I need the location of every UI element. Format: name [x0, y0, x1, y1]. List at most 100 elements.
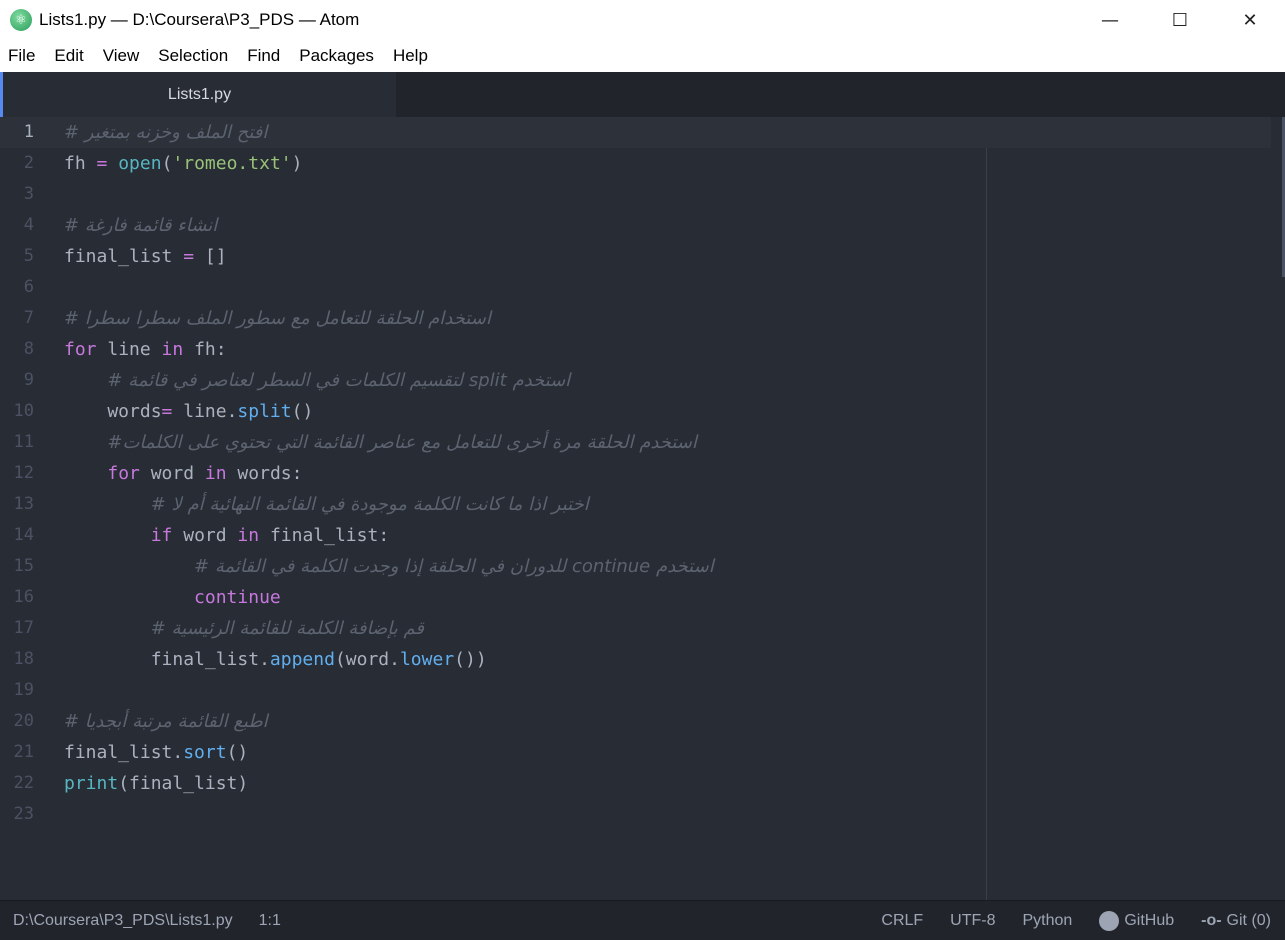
line-number: 20 — [13, 711, 34, 731]
line-number: 10 — [13, 401, 34, 421]
code-line[interactable]: 21 final_list.sort() — [0, 737, 1271, 768]
minimize-button[interactable]: — — [1075, 0, 1145, 40]
code-text: final_list = [] — [64, 241, 227, 272]
code-line[interactable]: 3 — [0, 179, 1271, 210]
code-line[interactable]: 23 — [0, 799, 1271, 830]
github-label: GitHub — [1124, 911, 1175, 929]
token: words: — [226, 463, 303, 484]
line-number: 3 — [23, 184, 34, 204]
token: final_list: — [259, 525, 390, 546]
comment: استخدم الحلقة مرة أخرى للتعامل مع عناصر … — [107, 432, 697, 453]
tab-label: Lists1.py — [167, 85, 232, 103]
code-line[interactable]: 17 قم بإضافة الكلمة للقائمة الرئيسية # — [0, 613, 1271, 644]
token: if — [150, 525, 173, 546]
code-text: final_list.append(word.lower()) — [64, 644, 487, 675]
code-line[interactable]: 14 if word in final_list: — [0, 520, 1271, 551]
token: fh: — [183, 339, 227, 360]
code-text: if word in final_list: — [64, 520, 389, 551]
comment: استخدام الحلقة للتعامل مع سطور الملف سطر… — [64, 308, 491, 329]
comment: استخدم split لتقسيم الكلمات في السطر لعن… — [107, 370, 571, 391]
code-text: قم بإضافة الكلمة للقائمة الرئيسية # — [64, 613, 424, 644]
menu-edit[interactable]: Edit — [54, 46, 83, 66]
comment: افتح الملف وخزنه بمتغير # — [64, 122, 268, 143]
code-editor[interactable]: 1 افتح الملف وخزنه بمتغير # 2 fh = open('ro… — [0, 117, 1285, 900]
code-line[interactable]: 19 — [0, 675, 1271, 706]
line-number: 13 — [13, 494, 34, 514]
token: append — [269, 649, 335, 670]
token: open — [118, 153, 162, 174]
token: word — [172, 525, 238, 546]
tab-lists1-py[interactable]: Lists1.py — [0, 72, 396, 117]
line-number: 8 — [23, 339, 34, 359]
code-line[interactable]: 16 continue — [0, 582, 1271, 613]
token: (word. — [334, 649, 400, 670]
token: lower — [399, 649, 455, 670]
token: in — [161, 339, 184, 360]
code-line[interactable]: 7 استخدام الحلقة للتعامل مع سطور الملف سط… — [0, 303, 1271, 334]
code-line[interactable]: 5 final_list = [] — [0, 241, 1271, 272]
line-number: 16 — [13, 587, 34, 607]
line-number: 4 — [23, 215, 34, 235]
git-label: Git (0) — [1226, 911, 1271, 929]
code-line[interactable]: 20 اطبع القائمة مرتبة أبجديا # — [0, 706, 1271, 737]
code-text: for word in words: — [64, 458, 302, 489]
code-line[interactable]: 9 استخدم split لتقسيم الكلمات في السطر ل… — [0, 365, 1271, 396]
status-bar: D:\Coursera\P3_PDS\Lists1.py 1:1 CRLF UT… — [0, 900, 1285, 940]
token: for — [107, 463, 140, 484]
comment: استخدم continue للدوران في الحلقة إذا وج… — [194, 556, 714, 577]
token: = — [183, 246, 195, 267]
code-line[interactable]: 22 print(final_list) — [0, 768, 1271, 799]
code-text: استخدم الحلقة مرة أخرى للتعامل مع عناصر … — [64, 427, 697, 458]
cursor-position[interactable]: 1:1 — [259, 912, 281, 930]
menu-find[interactable]: Find — [247, 46, 280, 66]
line-number: 5 — [23, 246, 34, 266]
code-text: اطبع القائمة مرتبة أبجديا # — [64, 706, 268, 737]
file-path[interactable]: D:\Coursera\P3_PDS\Lists1.py — [13, 912, 233, 930]
menu-packages[interactable]: Packages — [299, 46, 374, 66]
grammar[interactable]: Python — [1023, 912, 1073, 930]
git-button[interactable]: -o- Git (0) — [1201, 912, 1271, 930]
code-line[interactable]: 1 افتح الملف وخزنه بمتغير # — [0, 117, 1271, 148]
code-line[interactable]: 2 fh = open('romeo.txt') — [0, 148, 1271, 179]
token: final_list. — [64, 649, 270, 670]
token: line — [96, 339, 162, 360]
menu-view[interactable]: View — [103, 46, 140, 66]
menu-file[interactable]: File — [8, 46, 35, 66]
token: final_list — [64, 246, 184, 267]
code-text: for line in fh: — [64, 334, 227, 365]
menu-help[interactable]: Help — [393, 46, 428, 66]
github-button[interactable]: GitHub — [1099, 910, 1175, 931]
git-commit-icon: -o- — [1201, 911, 1222, 929]
token: in — [204, 463, 227, 484]
code-text: استخدم split لتقسيم الكلمات في السطر لعن… — [64, 365, 570, 396]
encoding[interactable]: UTF-8 — [950, 912, 995, 930]
comment: انشاء قائمة فارغة # — [64, 215, 218, 236]
line-number: 7 — [23, 308, 34, 328]
code-line[interactable]: 12 for word in words: — [0, 458, 1271, 489]
code-line[interactable]: 4 انشاء قائمة فارغة # — [0, 210, 1271, 241]
code-line[interactable]: 18 final_list.append(word.lower()) — [0, 644, 1271, 675]
code-line[interactable]: 6 — [0, 272, 1271, 303]
code-line[interactable]: 10 words= line.split() — [0, 396, 1271, 427]
code-line[interactable]: 8 for line in fh: — [0, 334, 1271, 365]
line-number: 9 — [23, 370, 34, 390]
code-line[interactable]: 13 اختبر اذا ما كانت الكلمة موجودة في ال… — [0, 489, 1271, 520]
token: ) — [291, 153, 303, 174]
line-number: 11 — [13, 432, 34, 452]
code-line[interactable]: 11 استخدم الحلقة مرة أخرى للتعامل مع عنا… — [0, 427, 1271, 458]
line-ending[interactable]: CRLF — [881, 912, 923, 930]
token: = — [161, 401, 173, 422]
close-button[interactable]: ✕ — [1215, 0, 1285, 40]
maximize-button[interactable]: ☐ — [1145, 0, 1215, 40]
token: in — [237, 525, 260, 546]
code-line[interactable]: 15 استخدم continue للدوران في الحلقة إذا… — [0, 551, 1271, 582]
token: = — [96, 153, 108, 174]
menu-selection[interactable]: Selection — [158, 46, 228, 66]
github-icon — [1099, 910, 1120, 931]
code-text: final_list.sort() — [64, 737, 248, 768]
